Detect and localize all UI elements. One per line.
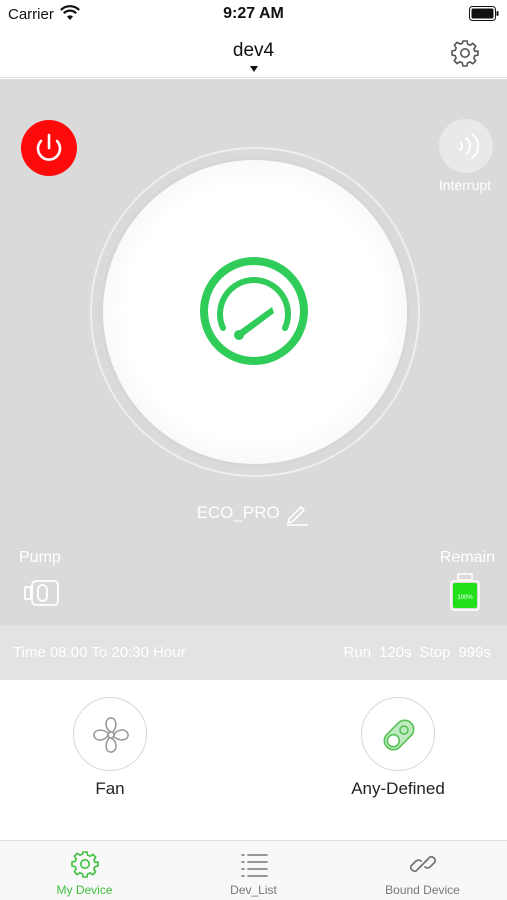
run-stop-info: Run 120s Stop 999s xyxy=(336,644,491,661)
nav-bar: dev4 xyxy=(0,28,507,78)
tab-my-device[interactable]: My Device xyxy=(0,849,169,897)
interrupt-label: Interrupt xyxy=(438,177,492,193)
fan-feature[interactable]: Fan xyxy=(35,697,185,799)
chevron-down-icon[interactable] xyxy=(250,66,258,72)
mode-name: ECO_PRO xyxy=(196,503,280,522)
stop-value: 999s xyxy=(458,644,491,661)
list-icon xyxy=(240,854,268,877)
fan-label: Fan xyxy=(95,779,125,798)
tab-dev-list[interactable]: Dev_List xyxy=(169,849,338,897)
schedule-time: Time 08:00 To 20:30 Hour xyxy=(13,644,186,661)
gear-icon[interactable] xyxy=(451,39,479,67)
remain-label: Remain xyxy=(439,549,495,566)
main-control-panel: Interrupt ECO_PRO Pump Remain 100% Time … xyxy=(0,79,507,680)
any-defined-feature[interactable]: Any-Defined xyxy=(323,697,473,799)
tab-label: My Device xyxy=(56,883,113,897)
any-defined-label: Any-Defined xyxy=(351,779,445,798)
remain-level-text: 100% xyxy=(457,595,473,601)
pump-label: Pump xyxy=(19,549,61,566)
schedule-bar[interactable]: Time 08:00 To 20:30 Hour Run 120s Stop 999s xyxy=(0,625,507,680)
tab-label: Bound Device xyxy=(385,883,460,897)
device-selector[interactable]: dev4 xyxy=(0,40,507,62)
signal-wave-icon xyxy=(459,133,479,159)
tab-bar: My Device Dev_List Bound Device xyxy=(0,840,507,900)
interrupt-button[interactable] xyxy=(439,119,493,173)
bottle-level-icon: 100% xyxy=(450,573,480,611)
fan-button[interactable] xyxy=(73,697,147,771)
status-time: 9:27 AM xyxy=(223,5,284,22)
power-button[interactable] xyxy=(21,120,77,176)
pump-icon xyxy=(24,580,59,606)
any-defined-button[interactable] xyxy=(361,697,435,771)
fan-icon xyxy=(93,717,129,753)
tab-bound-device[interactable]: Bound Device xyxy=(338,849,507,897)
status-bar: Carrier 9:27 AM xyxy=(0,0,507,28)
tab-label: Dev_List xyxy=(230,883,277,897)
pencil-icon[interactable] xyxy=(284,500,310,526)
mode-row[interactable]: ECO_PRO xyxy=(0,500,507,526)
run-label: Run xyxy=(343,644,372,661)
gear-icon xyxy=(70,851,99,878)
run-value: 120s xyxy=(379,644,412,661)
battery-icon xyxy=(469,6,499,21)
custom-toggle-icon xyxy=(383,719,415,751)
speedometer-icon xyxy=(200,257,308,365)
stop-label: Stop xyxy=(419,644,451,661)
power-icon xyxy=(36,133,62,161)
link-icon xyxy=(409,855,436,873)
